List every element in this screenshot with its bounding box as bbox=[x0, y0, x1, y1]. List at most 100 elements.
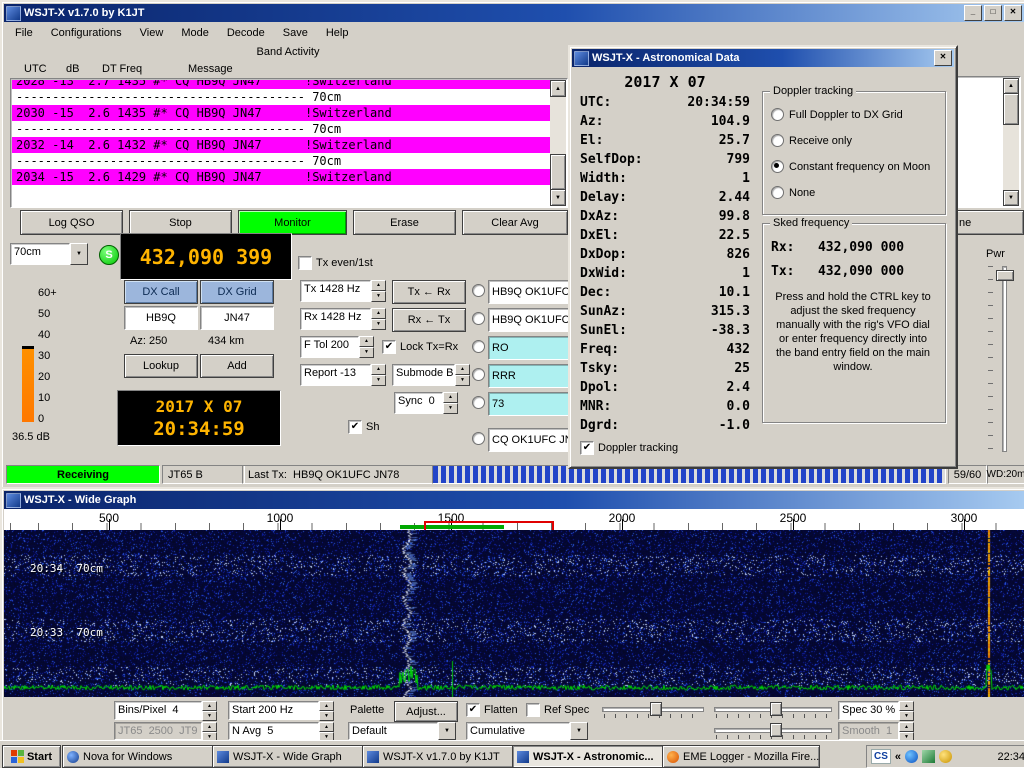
dropdown-arrow-icon[interactable]: ▼ bbox=[438, 722, 456, 740]
spin-down-icon[interactable]: ▼ bbox=[455, 375, 470, 386]
tray-chevron[interactable]: « bbox=[895, 751, 901, 763]
next-radio[interactable] bbox=[472, 340, 485, 353]
lookup-button[interactable]: Lookup bbox=[124, 354, 198, 378]
main-titlebar[interactable]: WSJT-X v1.7.0 by K1JT _ □ ✕ bbox=[4, 4, 1024, 22]
scroll-down-button[interactable]: ▼ bbox=[1003, 190, 1019, 206]
wide-graph-titlebar[interactable]: WSJT-X - Wide Graph bbox=[4, 491, 1024, 509]
radio-constant-freq-moon[interactable]: Constant frequency on Moon bbox=[771, 160, 930, 173]
tune-button-fragment[interactable]: ne bbox=[955, 210, 1024, 235]
taskbar-item-nova[interactable]: Nova for Windows bbox=[62, 745, 220, 768]
scroll-up-button[interactable]: ▲ bbox=[550, 80, 566, 97]
waterfall[interactable] bbox=[4, 530, 1024, 697]
radio-receive-only[interactable]: Receive only bbox=[771, 134, 852, 147]
next-radio[interactable] bbox=[472, 312, 485, 325]
menu-save[interactable]: Save bbox=[274, 24, 317, 42]
dropdown-arrow-icon[interactable]: ▼ bbox=[70, 243, 88, 265]
rx-from-tx-button[interactable]: Rx ← Tx bbox=[392, 308, 466, 332]
scrollbar-thumb[interactable] bbox=[550, 154, 566, 190]
dx-grid-button[interactable]: DX Grid bbox=[200, 280, 274, 304]
decode-row[interactable]: 2032 -14 2.6 1432 #* CQ HB9Q JN47 !Switz… bbox=[12, 137, 550, 153]
taskbar-item-wide-graph[interactable]: WSJT-X - Wide Graph bbox=[212, 745, 370, 768]
waterfall-zero-slider[interactable] bbox=[714, 701, 832, 720]
spec-percent-spinner[interactable]: Spec 30 % ▲▼ bbox=[838, 701, 914, 720]
bins-pixel-spinner[interactable]: Bins/Pixel 4 ▲▼ bbox=[114, 701, 217, 720]
add-button[interactable]: Add bbox=[200, 354, 274, 378]
menu-help[interactable]: Help bbox=[317, 24, 358, 42]
dx-call-button[interactable]: DX Call bbox=[124, 280, 198, 304]
spin-up-icon[interactable]: ▲ bbox=[455, 364, 470, 375]
radio-full-doppler[interactable]: Full Doppler to DX Grid bbox=[771, 108, 903, 121]
menu-decode[interactable]: Decode bbox=[218, 24, 274, 42]
dx-call-field[interactable]: HB9Q bbox=[124, 306, 198, 330]
spin-up-icon[interactable]: ▲ bbox=[359, 336, 374, 347]
spin-up-icon[interactable]: ▲ bbox=[899, 701, 914, 711]
spin-down-icon[interactable]: ▼ bbox=[371, 375, 386, 386]
decode-row[interactable]: 2030 -15 2.6 1435 #* CQ HB9Q JN47 !Switz… bbox=[12, 105, 550, 121]
decode-row[interactable]: 2034 -15 2.6 1429 #* CQ HB9Q JN47 !Switz… bbox=[12, 169, 550, 185]
sh-checkbox[interactable]: ✔ Sh bbox=[348, 420, 379, 434]
close-button[interactable]: ✕ bbox=[1004, 5, 1022, 21]
language-indicator[interactable]: CS bbox=[871, 749, 891, 764]
next-radio[interactable] bbox=[472, 284, 485, 297]
menu-file[interactable]: File bbox=[6, 24, 42, 42]
spin-down-icon[interactable]: ▼ bbox=[359, 347, 374, 358]
spin-up-icon[interactable]: ▲ bbox=[371, 364, 386, 375]
spin-up-icon[interactable]: ▲ bbox=[371, 280, 386, 291]
tx-even-checkbox[interactable]: ✔ Tx even/1st bbox=[298, 256, 373, 270]
start-freq-spinner[interactable]: Start 200 Hz ▲▼ bbox=[228, 701, 334, 720]
start-button[interactable]: Start bbox=[2, 745, 61, 768]
stop-button[interactable]: Stop bbox=[129, 210, 232, 235]
monitor-button[interactable]: Monitor bbox=[238, 210, 347, 235]
rig-status-led[interactable]: S bbox=[99, 245, 119, 265]
spin-down-icon[interactable]: ▼ bbox=[202, 711, 217, 721]
tray-icon-3[interactable] bbox=[939, 750, 952, 763]
scroll-down-button[interactable]: ▼ bbox=[550, 189, 566, 206]
spin-up-icon[interactable]: ▲ bbox=[319, 701, 334, 711]
radio-none[interactable]: None bbox=[771, 186, 815, 199]
spin-up-icon[interactable]: ▲ bbox=[443, 392, 458, 403]
dx-grid-field[interactable]: JN47 bbox=[200, 306, 274, 330]
spin-down-icon[interactable]: ▼ bbox=[371, 291, 386, 302]
next-radio[interactable] bbox=[472, 432, 485, 445]
ftol-spinner[interactable]: F Tol 200 ▲▼ bbox=[300, 336, 374, 358]
band-select[interactable]: 70cm ▼ bbox=[10, 243, 88, 265]
scroll-up-button[interactable]: ▲ bbox=[1003, 78, 1019, 94]
log-qso-button[interactable]: Log QSO bbox=[20, 210, 123, 235]
spin-up-icon[interactable]: ▲ bbox=[202, 701, 217, 711]
adjust-button[interactable]: Adjust... bbox=[394, 701, 458, 722]
submode-spinner[interactable]: Submode B ▲▼ bbox=[392, 364, 470, 386]
ref-spec-checkbox[interactable]: ✔ Ref Spec bbox=[526, 703, 589, 717]
decode-row[interactable]: 2028 -13 2.7 1435 #* CQ HB9Q JN47 !Switz… bbox=[12, 80, 550, 89]
rx-frequency-scrollbar[interactable]: ▲ ▼ bbox=[1003, 78, 1019, 206]
menu-mode[interactable]: Mode bbox=[172, 24, 218, 42]
report-spinner[interactable]: Report -13 ▲▼ bbox=[300, 364, 386, 386]
close-button[interactable]: ✕ bbox=[934, 50, 952, 66]
next-radio[interactable] bbox=[472, 396, 485, 409]
clear-avg-button[interactable]: Clear Avg bbox=[462, 210, 568, 235]
tray-icon-messenger[interactable] bbox=[905, 750, 918, 763]
spectrum-gain-slider[interactable] bbox=[714, 722, 832, 740]
pwr-slider-handle[interactable] bbox=[996, 270, 1014, 281]
waterfall-gain-slider[interactable] bbox=[602, 701, 704, 720]
slider-handle[interactable] bbox=[650, 702, 662, 716]
frequency-scale[interactable]: 500 1000 1500 2000 2500 3000 bbox=[4, 509, 1024, 531]
slider-handle[interactable] bbox=[770, 723, 782, 737]
spin-down-icon[interactable]: ▼ bbox=[443, 403, 458, 414]
tray-icon-2[interactable] bbox=[922, 750, 935, 763]
tx-freq-spinner[interactable]: Tx 1428 Hz ▲▼ bbox=[300, 280, 386, 302]
erase-button[interactable]: Erase bbox=[353, 210, 456, 235]
doppler-tracking-checkbox[interactable]: ✔ Doppler tracking bbox=[580, 441, 678, 455]
spin-up-icon[interactable]: ▲ bbox=[319, 722, 334, 732]
rx-freq-spinner[interactable]: Rx 1428 Hz ▲▼ bbox=[300, 308, 386, 330]
palette-combo[interactable]: Default ▼ bbox=[348, 722, 456, 740]
astro-titlebar[interactable]: WSJT-X - Astronomical Data ✕ bbox=[572, 49, 954, 67]
spin-down-icon[interactable]: ▼ bbox=[899, 711, 914, 721]
spin-up-icon[interactable]: ▲ bbox=[371, 308, 386, 319]
spectrum-mode-combo[interactable]: Cumulative ▼ bbox=[466, 722, 588, 740]
slider-handle[interactable] bbox=[770, 702, 782, 716]
n-avg-spinner[interactable]: N Avg 5 ▲▼ bbox=[228, 722, 334, 740]
spin-down-icon[interactable]: ▼ bbox=[371, 319, 386, 330]
dropdown-arrow-icon[interactable]: ▼ bbox=[570, 722, 588, 740]
menu-configurations[interactable]: Configurations bbox=[42, 24, 131, 42]
tx-from-rx-button[interactable]: Tx ← Rx bbox=[392, 280, 466, 304]
